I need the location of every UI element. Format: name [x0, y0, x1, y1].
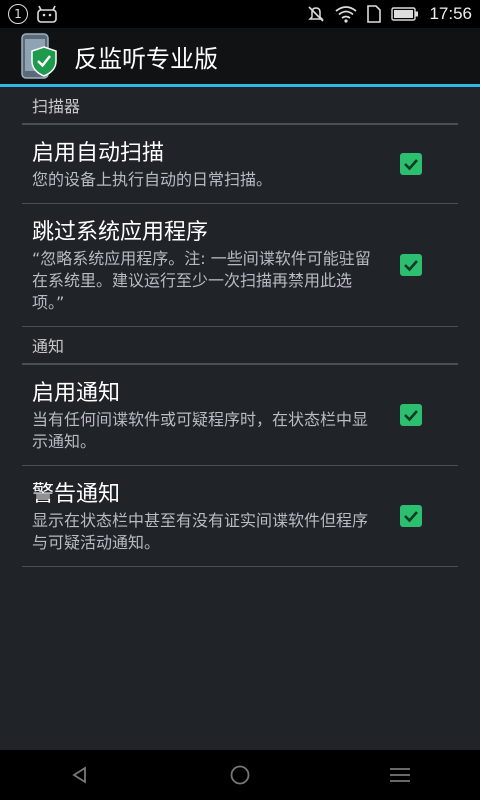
- check-icon: [404, 260, 418, 272]
- check-icon: [404, 410, 418, 422]
- pref-summary: “忽略系统应用程序。注: 一些间谍软件可能驻留在系统里。建议运行至少一次扫描再禁…: [32, 249, 371, 312]
- category-scanner: 扫描器: [22, 87, 458, 125]
- pref-summary: 显示在状态栏中甚至有没有证实间谍软件但程序与可疑活动通知。: [32, 511, 369, 552]
- category-title: 扫描器: [32, 97, 81, 116]
- pref-title: 警告通知: [32, 482, 121, 507]
- auto-scan-checkbox[interactable]: [400, 153, 422, 175]
- app-icon[interactable]: [20, 33, 60, 79]
- status-bar: 1 17:56: [0, 0, 480, 28]
- action-bar: 反监听专业版: [0, 28, 480, 87]
- category-title: 通知: [32, 337, 65, 356]
- enable-notifications-checkbox[interactable]: [400, 404, 422, 426]
- app-title: 反监听专业版: [74, 44, 218, 73]
- check-icon: [404, 159, 418, 171]
- home-button[interactable]: [210, 750, 270, 800]
- back-icon: [72, 766, 86, 784]
- android-icon: [37, 5, 57, 23]
- navigation-bar: [0, 750, 480, 800]
- mute-icon: [308, 6, 325, 22]
- check-icon: [404, 511, 418, 523]
- pref-auto-scan[interactable]: 启用自动扫描 您的设备上执行自动的日常扫描。: [22, 125, 458, 204]
- pref-title: 跳过系统应用程序: [32, 220, 209, 245]
- menu-icon: [390, 768, 410, 782]
- home-icon: [230, 765, 250, 785]
- pref-title: 启用自动扫描: [32, 141, 165, 166]
- pref-warning-notifications[interactable]: 警告通知 显示在状态栏中甚至有没有证实间谍软件但程序与可疑活动通知。: [22, 466, 458, 567]
- pref-title: 启用通知: [32, 381, 121, 406]
- menu-button[interactable]: [370, 750, 430, 800]
- warning-notifications-checkbox[interactable]: [400, 505, 422, 527]
- back-button[interactable]: [50, 750, 110, 800]
- pref-summary: 当有任何间谍软件或可疑程序时，在状态栏中显示通知。: [32, 410, 369, 451]
- pref-summary: 您的设备上执行自动的日常扫描。: [32, 170, 273, 189]
- status-time: 17:56: [429, 4, 472, 23]
- sim-icon: [367, 5, 382, 23]
- notification-count-icon: 1: [8, 4, 28, 24]
- skip-system-apps-checkbox[interactable]: [400, 254, 422, 276]
- pref-skip-system-apps[interactable]: 跳过系统应用程序 “忽略系统应用程序。注: 一些间谍软件可能驻留在系统里。建议运…: [22, 204, 458, 327]
- preferences-list: 扫描器 启用自动扫描 您的设备上执行自动的日常扫描。 跳过系统应用程序 “忽略系…: [0, 87, 480, 750]
- battery-icon: [391, 7, 419, 21]
- category-notifications: 通知: [22, 327, 458, 365]
- pref-enable-notifications[interactable]: 启用通知 当有任何间谍软件或可疑程序时，在状态栏中显示通知。: [22, 365, 458, 466]
- wifi-icon: [335, 6, 358, 23]
